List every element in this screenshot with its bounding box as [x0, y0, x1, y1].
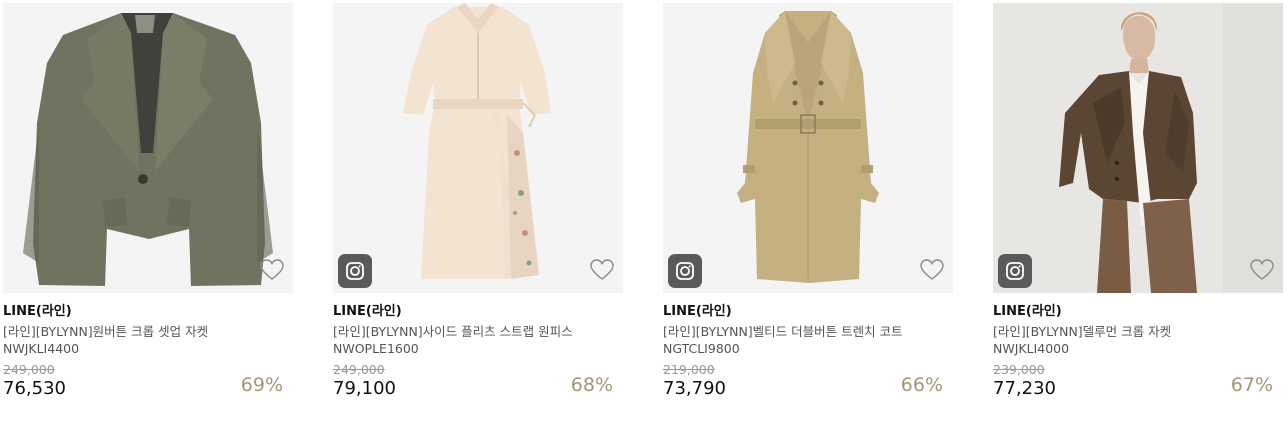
wishlist-heart-icon[interactable]: [259, 257, 285, 283]
product-grid: LINE(라인) [라인][BYLYNN]원버튼 크롭 셋업 자켓 NWJKLI…: [0, 0, 1287, 430]
product-card[interactable]: LINE(라인) [라인][BYLYNN]원버튼 크롭 셋업 자켓 NWJKLI…: [3, 3, 293, 401]
sale-price: 76,530: [3, 378, 66, 399]
discount-rate: 67%: [1230, 374, 1273, 396]
product-card[interactable]: LINE(라인) [라인][BYLYNN]델루먼 크롭 자켓 NWJKLI400…: [993, 3, 1283, 401]
jacket-image: [23, 13, 273, 286]
product-card[interactable]: LINE(라인) [라인][BYLYNN]벨티드 더블버튼 트렌치 코트 NGT…: [663, 3, 953, 401]
product-name[interactable]: [라인][BYLYNN]벨티드 더블버튼 트렌치 코트: [663, 323, 953, 340]
sale-price: 77,230: [993, 378, 1056, 399]
product-name[interactable]: [라인][BYLYNN]사이드 플리츠 스트랩 원피스: [333, 323, 623, 340]
dress-image: [403, 3, 551, 279]
discount-rate: 69%: [240, 374, 283, 396]
price-row: 79,100 68%: [333, 374, 623, 401]
instagram-icon[interactable]: [998, 254, 1032, 288]
sale-price: 73,790: [663, 378, 726, 399]
sale-price: 79,100: [333, 378, 396, 399]
price-row: 76,530 69%: [3, 374, 293, 401]
product-code: NGTCLI9800: [663, 341, 740, 356]
trench-coat-image: [737, 11, 879, 283]
product-image[interactable]: [663, 3, 953, 293]
model-photo-image: [993, 3, 1283, 293]
discount-rate: 68%: [570, 374, 613, 396]
wishlist-heart-icon[interactable]: [1249, 257, 1275, 283]
instagram-icon[interactable]: [668, 254, 702, 288]
product-name[interactable]: [라인][BYLYNN]원버튼 크롭 셋업 자켓: [3, 323, 293, 340]
product-brand[interactable]: LINE(라인): [3, 304, 293, 320]
price-row: 73,790 66%: [663, 374, 953, 401]
instagram-icon[interactable]: [338, 254, 372, 288]
product-image[interactable]: [993, 3, 1283, 293]
wishlist-heart-icon[interactable]: [589, 257, 615, 283]
price-row: 77,230 67%: [993, 374, 1283, 401]
product-code: NWJKLI4400: [3, 341, 80, 356]
product-image[interactable]: [3, 3, 293, 293]
discount-rate: 66%: [900, 374, 943, 396]
product-name[interactable]: [라인][BYLYNN]델루먼 크롭 자켓: [993, 323, 1283, 340]
product-brand[interactable]: LINE(라인): [333, 304, 623, 320]
product-card[interactable]: LINE(라인) [라인][BYLYNN]사이드 플리츠 스트랩 원피스 NWO…: [333, 3, 623, 401]
product-code: NWOPLE1600: [333, 341, 419, 356]
product-code: NWJKLI4000: [993, 341, 1070, 356]
wishlist-heart-icon[interactable]: [919, 257, 945, 283]
product-brand[interactable]: LINE(라인): [663, 304, 953, 320]
product-brand[interactable]: LINE(라인): [993, 304, 1283, 320]
product-image[interactable]: [333, 3, 623, 293]
